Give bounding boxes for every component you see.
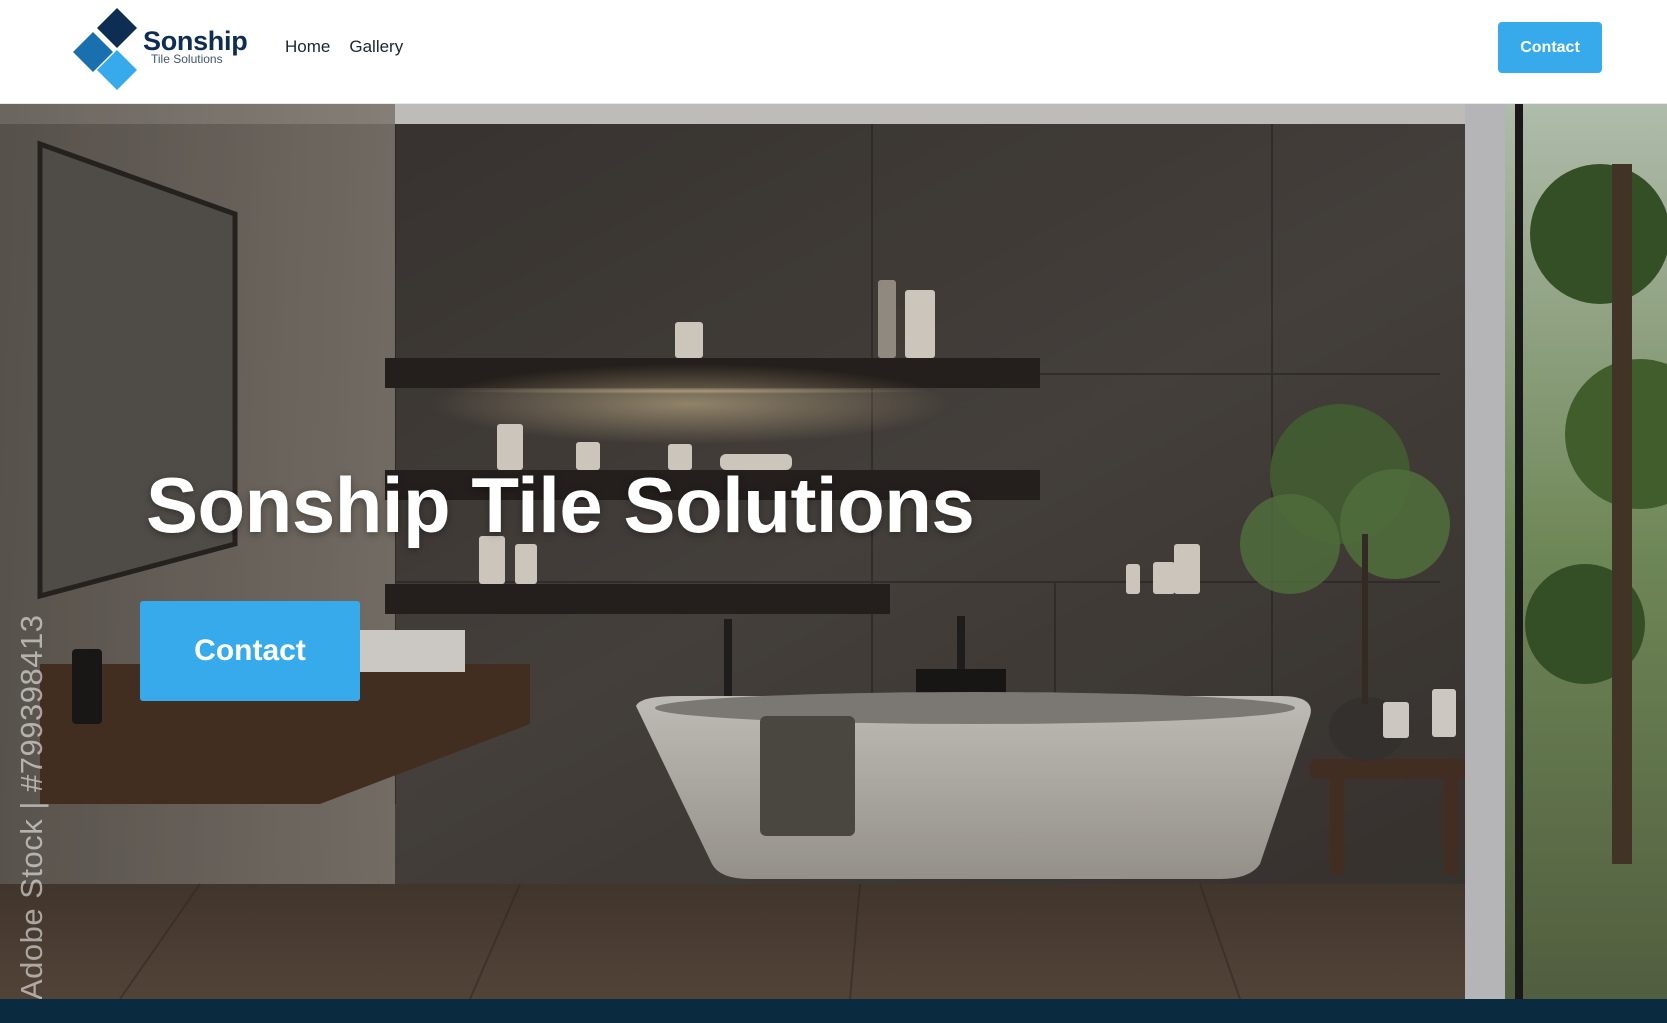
logo-name: Sonship [143, 26, 248, 56]
stock-watermark: Adobe Stock | #799398413 [14, 614, 49, 999]
logo-tagline: Tile Solutions [151, 52, 223, 66]
site-header: Sonship Tile Solutions Home Gallery Cont… [0, 0, 1667, 104]
logo-mark-icon [73, 8, 137, 90]
hero-bathroom-image [0, 104, 1667, 999]
nav-link-home[interactable]: Home [285, 37, 330, 57]
header-contact-button[interactable]: Contact [1498, 22, 1602, 73]
logo[interactable]: Sonship Tile Solutions [72, 6, 252, 90]
hero-title: Sonship Tile Solutions [146, 461, 975, 549]
hero-section: Sonship Tile Solutions Contact Adobe Sto… [0, 104, 1667, 999]
hero-contact-button[interactable]: Contact [140, 601, 360, 701]
footer-strip [0, 999, 1667, 1023]
nav-link-gallery[interactable]: Gallery [349, 37, 403, 57]
main-nav: Home Gallery [285, 37, 403, 57]
